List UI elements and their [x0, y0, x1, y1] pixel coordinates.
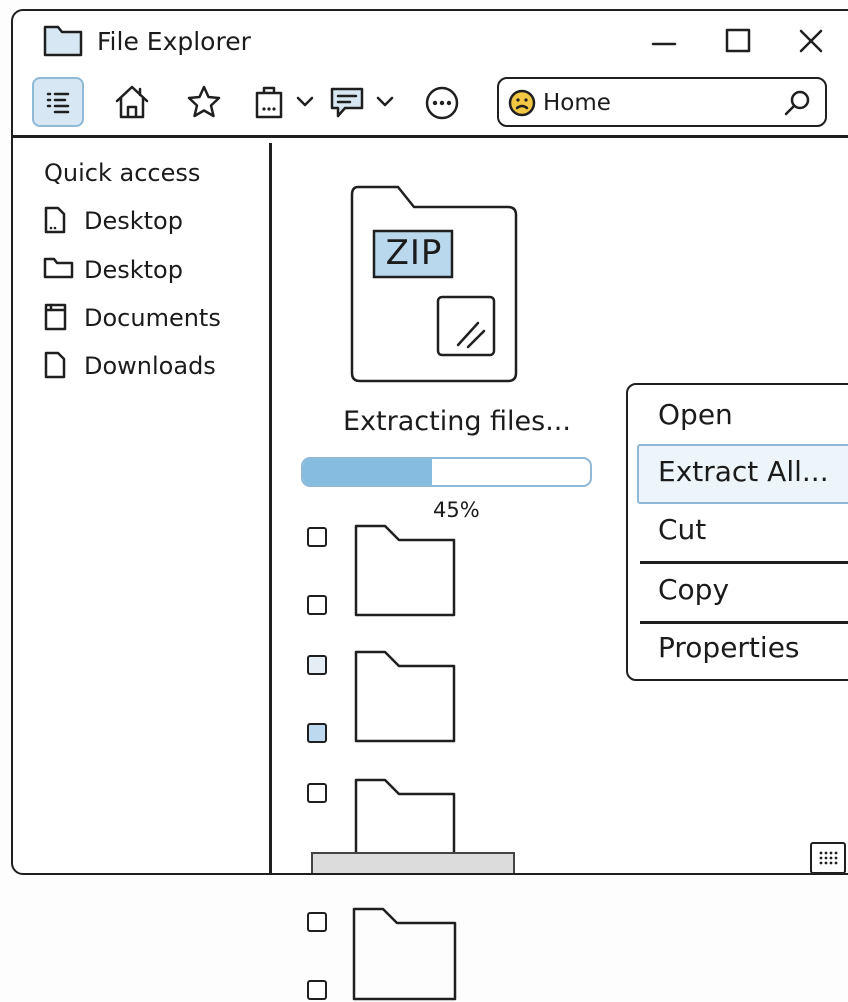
clipboard-icon — [255, 86, 283, 119]
comment-icon — [330, 87, 364, 118]
comments-button[interactable] — [328, 86, 366, 120]
menu-item-copy[interactable]: Copy — [658, 573, 729, 606]
file-explorer-window: File Explorer Home Quick access Desktop … — [11, 9, 848, 875]
document-icon — [44, 303, 67, 331]
zip-file-icon — [350, 185, 518, 383]
item-checkbox[interactable] — [307, 912, 327, 932]
star-icon — [187, 85, 221, 118]
maximize-button[interactable] — [723, 26, 753, 56]
sidebar-item-label: Documents — [84, 304, 221, 332]
folder-item[interactable] — [353, 523, 459, 619]
menu-item-cut[interactable]: Cut — [658, 513, 706, 546]
sidebar-item-downloads[interactable]: Downloads — [43, 350, 216, 386]
menu-item-extract-all[interactable]: Extract All... — [637, 444, 848, 504]
view-toggle-button[interactable] — [32, 77, 84, 127]
horizontal-scrollbar[interactable] — [311, 852, 515, 873]
sidebar-item-label: Desktop — [84, 256, 183, 284]
favorites-button[interactable] — [186, 84, 222, 120]
minimize-button[interactable] — [649, 29, 679, 59]
item-checkbox[interactable] — [307, 655, 327, 675]
zip-archive[interactable]: ZIP — [348, 183, 520, 385]
home-icon — [115, 85, 149, 119]
item-checkbox[interactable] — [307, 783, 327, 803]
item-checkbox[interactable] — [307, 595, 327, 615]
item-checkbox[interactable] — [307, 980, 327, 1000]
sidebar-item-desktop[interactable]: Desktop — [43, 205, 183, 241]
grip-icon — [819, 851, 838, 865]
close-button[interactable] — [796, 26, 826, 56]
folder-item[interactable] — [353, 649, 459, 745]
menu-separator — [640, 561, 848, 564]
sidebar-item-label: Desktop — [84, 207, 183, 235]
sidebar-heading: Quick access — [44, 159, 201, 187]
sidebar-item-desktop-folder[interactable]: Desktop — [43, 254, 183, 290]
menu-item-open[interactable]: Open — [658, 398, 733, 431]
folder-item[interactable] — [351, 906, 459, 1002]
zip-label: ZIP — [385, 233, 443, 273]
chevron-down-icon[interactable] — [375, 95, 395, 109]
menu-item-label: Extract All... — [658, 455, 829, 488]
sidebar-divider — [269, 143, 272, 873]
sidebar-item-label: Downloads — [84, 352, 216, 380]
progress-percent: 45% — [433, 498, 480, 522]
extraction-progress-bar — [301, 457, 592, 487]
extraction-status: Extracting files... — [343, 406, 571, 437]
menu-item-properties[interactable]: Properties — [658, 631, 800, 664]
folder-icon — [354, 650, 456, 743]
user-face-icon — [508, 89, 536, 117]
more-icon — [425, 86, 459, 120]
sidebar-item-documents[interactable]: Documents — [43, 302, 221, 338]
resize-grip[interactable] — [810, 842, 846, 873]
toolbar-divider — [13, 135, 848, 138]
home-button[interactable] — [112, 83, 152, 121]
window-title: File Explorer — [97, 27, 251, 56]
more-button[interactable] — [424, 85, 460, 121]
progress-fill — [303, 459, 433, 485]
item-checkbox[interactable] — [307, 723, 327, 743]
file-icon — [44, 206, 66, 234]
menu-separator — [640, 621, 848, 624]
file-icon — [44, 351, 66, 379]
app-folder-icon — [43, 23, 83, 57]
item-checkbox[interactable] — [307, 527, 327, 547]
folder-icon — [43, 257, 74, 279]
clipboard-button[interactable] — [251, 83, 287, 121]
chevron-down-icon[interactable] — [295, 95, 315, 109]
folder-icon — [352, 907, 457, 1001]
search-input[interactable]: Home — [543, 90, 611, 116]
search-icon[interactable] — [782, 88, 812, 118]
folder-icon — [354, 524, 456, 617]
list-icon — [45, 89, 71, 115]
search-box[interactable]: Home — [497, 77, 827, 127]
context-menu: Open Extract All... Cut Copy Properties — [626, 383, 848, 681]
